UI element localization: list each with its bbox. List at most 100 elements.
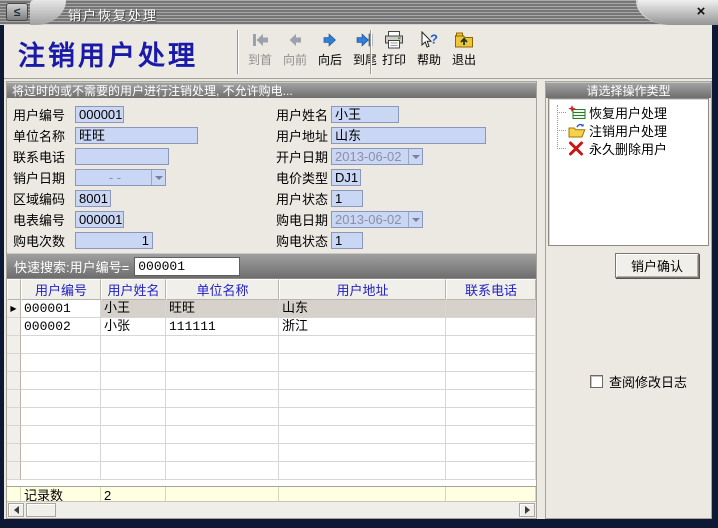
app-logo-icon: ≤ <box>6 3 28 21</box>
h-scrollbar[interactable] <box>7 501 536 518</box>
row-selector <box>7 462 21 480</box>
search-input[interactable] <box>134 257 240 276</box>
field-区域编码[interactable]: 8001 <box>75 190 111 207</box>
table-cell: 浙江 <box>279 318 446 336</box>
tree-item-cancel-user[interactable]: 注销用户处理 <box>549 121 708 139</box>
column-header-用户地址[interactable]: 用户地址 <box>279 279 446 300</box>
table-cell: 小王 <box>101 300 166 318</box>
table-cell <box>279 408 446 426</box>
nav-button-label: 到首 <box>248 53 272 67</box>
close-icon[interactable]: × <box>693 4 709 20</box>
exit-button[interactable]: 退出 <box>449 30 479 76</box>
table-cell <box>446 444 536 462</box>
field-用户姓名[interactable]: 小王 <box>331 106 399 123</box>
info-bar: 将过时的或不需要的用户进行注销处理, 不允许购电... <box>7 82 536 98</box>
form-row-right-2: 开户日期2013-06-02 <box>276 146 486 167</box>
form-row-left-1: 单位名称旺旺 <box>13 125 198 146</box>
field-label: 电价类型 <box>276 168 331 187</box>
table-cell <box>101 444 166 462</box>
tree-item-delete-user[interactable]: 永久删除用户 <box>549 139 708 157</box>
table-row[interactable]: ▶000001小王旺旺山东 <box>7 300 536 318</box>
table-cell <box>446 390 536 408</box>
app-window: ≤ 销户恢复处理 × 注销用户处理 到首向前向后到尾 打印?帮助退出 将过时的或… <box>0 0 718 528</box>
table-cell <box>166 408 279 426</box>
help-button[interactable]: ?帮助 <box>414 30 444 76</box>
row-selector <box>7 372 21 390</box>
next-icon <box>319 30 341 50</box>
field-联系电话[interactable] <box>75 148 169 165</box>
form-row-right-5: 购电日期2013-06-02 <box>276 209 486 230</box>
table-cell <box>21 390 101 408</box>
titlebar[interactable]: ≤ 销户恢复处理 × <box>0 0 718 25</box>
checkbox-box[interactable] <box>590 375 603 388</box>
table-cell <box>446 462 536 480</box>
column-header-用户姓名[interactable]: 用户姓名 <box>101 279 166 300</box>
row-selector <box>7 354 21 372</box>
nav-button-last[interactable]: 到尾 <box>350 30 380 76</box>
field-value: - - <box>79 170 151 185</box>
confirm-button[interactable]: 销户确认 <box>615 253 699 278</box>
table-cell <box>279 336 446 354</box>
tree-item-restore-user[interactable]: 恢复用户处理 <box>549 103 708 121</box>
table-row[interactable]: 000002小张111111浙江 <box>7 318 536 336</box>
log-checkbox[interactable]: 查阅修改日志 <box>590 372 687 391</box>
table-cell <box>279 390 446 408</box>
table-cell <box>101 426 166 444</box>
table-cell <box>446 300 536 318</box>
window-title: 销户恢复处理 <box>68 5 158 24</box>
table-cell <box>21 426 101 444</box>
field-购电次数[interactable]: 1 <box>75 232 153 249</box>
prev-icon <box>284 30 306 50</box>
table-cell <box>101 462 166 480</box>
operation-panel-header: 请选择操作类型 <box>546 82 711 98</box>
table-header-gutter <box>7 279 21 300</box>
field-用户地址[interactable]: 山东 <box>331 127 486 144</box>
operation-panel: 请选择操作类型 恢复用户处理注销用户处理永久删除用户 销户确认 查阅修改日志 <box>545 81 712 519</box>
table-cell: 111111 <box>166 318 279 336</box>
svg-text:?: ? <box>430 32 438 47</box>
table-cell <box>279 372 446 390</box>
page-title: 注销用户处理 <box>18 34 198 73</box>
table-cell <box>21 336 101 354</box>
table-empty-row <box>7 444 536 462</box>
dropdown-button[interactable] <box>408 212 422 227</box>
field-电表编号[interactable]: 000001 <box>75 211 124 228</box>
table-cell <box>101 390 166 408</box>
field-用户状态[interactable]: 1 <box>331 190 363 207</box>
cancel-user-icon <box>568 123 587 138</box>
table-cell <box>101 408 166 426</box>
main-panel: 将过时的或不需要的用户进行注销处理, 不允许购电... 用户编号000001单位… <box>6 81 537 519</box>
app-body: 注销用户处理 到首向前向后到尾 打印?帮助退出 将过时的或不需要的用户进行注销处… <box>4 25 712 519</box>
tree-item-label: 永久删除用户 <box>589 139 667 158</box>
field-电价类型[interactable]: DJ1 <box>331 169 361 186</box>
table-cell <box>166 354 279 372</box>
field-购电状态[interactable]: 1 <box>331 232 363 249</box>
field-value: 2013-06-02 <box>335 149 408 164</box>
column-header-联系电话[interactable]: 联系电话 <box>446 279 536 300</box>
scroll-left-button[interactable] <box>8 503 24 517</box>
column-header-用户编号[interactable]: 用户编号 <box>21 279 101 300</box>
help-icon: ? <box>418 30 440 50</box>
table-cell <box>166 462 279 480</box>
scroll-right-button[interactable] <box>519 503 535 517</box>
table-cell: 000001 <box>21 300 101 318</box>
restore-user-icon <box>568 105 587 120</box>
field-label: 购电日期 <box>276 210 331 229</box>
form-row-left-6: 购电次数1 <box>13 230 198 251</box>
print-button[interactable]: 打印 <box>379 30 409 76</box>
action-button-group: 打印 ?帮助退出 <box>379 30 479 76</box>
action-button-label: 打印 <box>382 53 406 67</box>
dropdown-button[interactable] <box>408 149 422 164</box>
field-用户编号[interactable]: 000001 <box>75 106 124 123</box>
field-单位名称[interactable]: 旺旺 <box>75 127 198 144</box>
dropdown-button[interactable] <box>151 170 165 185</box>
column-header-单位名称[interactable]: 单位名称 <box>166 279 279 300</box>
table-cell <box>21 372 101 390</box>
table-cell <box>101 336 166 354</box>
table-empty-row <box>7 462 536 480</box>
table-cell <box>166 372 279 390</box>
row-selector <box>7 444 21 462</box>
nav-button-next[interactable]: 向后 <box>315 30 345 76</box>
scroll-thumb[interactable] <box>26 503 56 517</box>
tree-item-label: 恢复用户处理 <box>589 103 667 122</box>
